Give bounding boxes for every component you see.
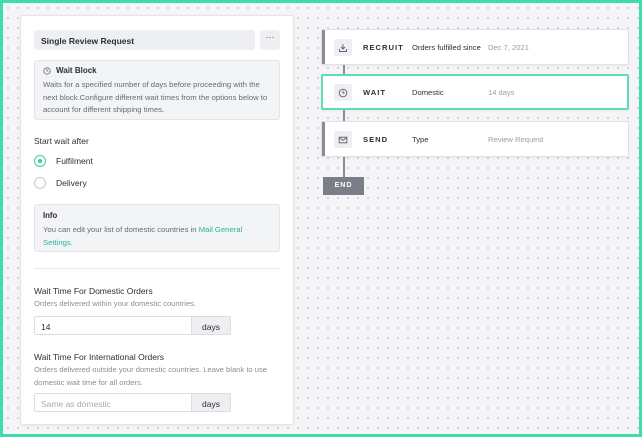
flow-step-recruit[interactable]: RECRUIT Orders fulfilled since Dec 7, 20…	[321, 29, 629, 65]
step-label-send: Type	[412, 135, 429, 144]
info-title: Info	[43, 211, 58, 220]
wait-block-text: Waits for a specified number of days bef…	[43, 80, 268, 114]
radio-label-delivery: Delivery	[56, 178, 87, 188]
radio-label-fulfilment: Fulfilment	[56, 156, 93, 166]
radio-button-unchecked[interactable]	[34, 177, 46, 189]
domestic-days-unit: days	[191, 316, 231, 335]
flow-end-node: END	[323, 177, 364, 195]
section-divider	[34, 268, 280, 269]
domestic-wait-help: Orders delivered within your domestic co…	[34, 299, 197, 308]
flow-step-send[interactable]: SEND Type Review Request	[321, 121, 629, 157]
international-days-input[interactable]: Same as domestic	[34, 393, 191, 412]
radio-fulfilment[interactable]: Fulfilment	[34, 155, 93, 167]
international-days-unit: days	[191, 393, 231, 412]
info-text: You can edit your list of domestic count…	[43, 225, 243, 247]
wait-settings-panel: Single Review Request ··· Wait Block Wai…	[20, 15, 294, 425]
step-value-recruit: Dec 7, 2021	[488, 43, 529, 52]
block-name-row: Single Review Request ···	[34, 30, 280, 50]
info-box: Info You can edit your list of domestic …	[34, 204, 280, 252]
international-wait-help: Orders delivered outside your domestic c…	[34, 365, 267, 387]
step-type-recruit: RECRUIT	[363, 43, 404, 52]
radio-button-checked[interactable]	[34, 155, 46, 167]
step-value-send: Review Request	[488, 135, 544, 144]
clock-icon	[334, 84, 352, 101]
international-wait-field: Same as domestic days	[34, 393, 231, 412]
app-frame: Single Review Request ··· Wait Block Wai…	[0, 0, 642, 437]
wait-block-description: Wait Block Waits for a specified number …	[34, 60, 280, 120]
step-type-send: SEND	[363, 135, 389, 144]
domestic-wait-field: 14 days	[34, 316, 231, 335]
block-name-input[interactable]: Single Review Request	[34, 30, 255, 50]
step-value-wait: 14 days	[488, 88, 515, 97]
domestic-days-input[interactable]: 14	[34, 316, 191, 335]
wait-block-title: Wait Block	[56, 66, 97, 75]
inbox-download-icon	[334, 39, 352, 56]
international-wait-title: Wait Time For International Orders	[34, 352, 165, 362]
step-label-recruit: Orders fulfilled since	[412, 43, 481, 52]
envelope-icon	[334, 131, 352, 148]
more-options-button[interactable]: ···	[260, 30, 280, 50]
step-label-wait: Domestic	[412, 88, 444, 97]
flow-step-wait[interactable]: WAIT Domestic 14 days	[321, 74, 629, 110]
domestic-wait-title: Wait Time For Domestic Orders	[34, 286, 153, 296]
clock-icon	[43, 66, 51, 75]
radio-delivery[interactable]: Delivery	[34, 177, 87, 189]
start-wait-label: Start wait after	[34, 136, 89, 146]
step-type-wait: WAIT	[363, 88, 386, 97]
